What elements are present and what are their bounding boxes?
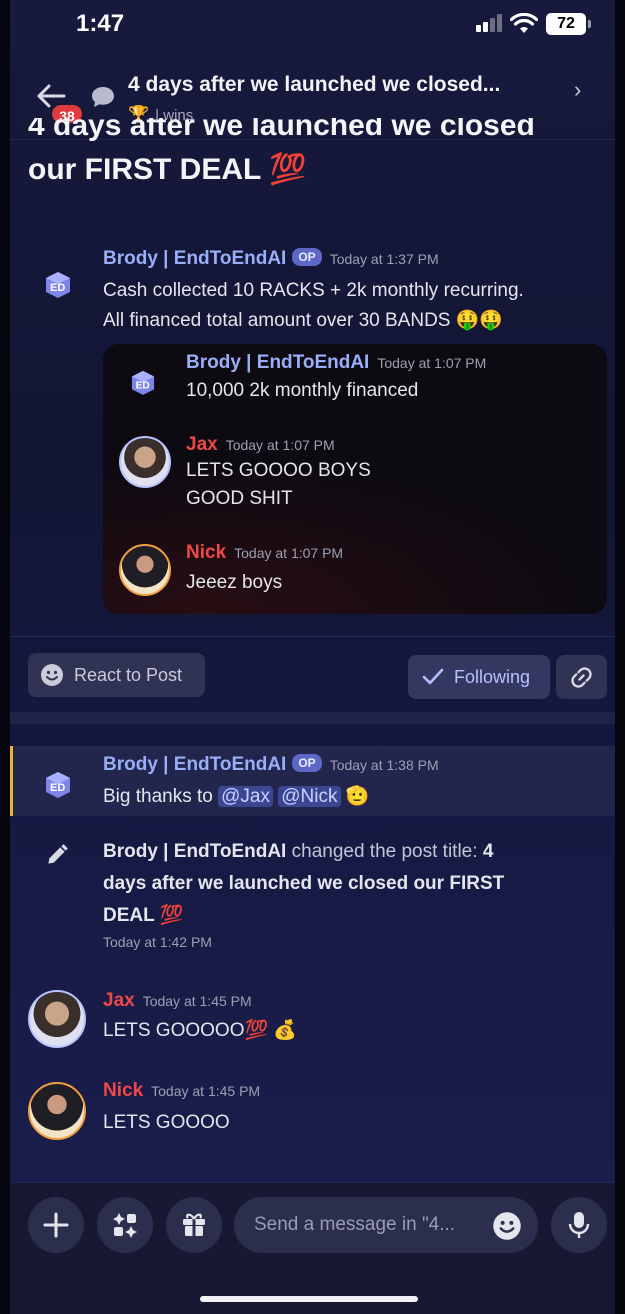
divider [10, 636, 615, 637]
new-title: DEAL 💯 [103, 905, 184, 926]
endtoendai-logo-avatar: ED [131, 370, 155, 395]
following-label: Following [454, 667, 531, 687]
timestamp: Today at 1:42 PM [103, 934, 212, 950]
apps-button[interactable] [97, 1197, 153, 1253]
message-suffix: 🫡 [340, 786, 370, 807]
add-attachment-button[interactable] [28, 1197, 84, 1253]
gift-icon [183, 1213, 205, 1236]
timestamp: Today at 1:07 PM [225, 437, 335, 453]
react-to-post-button[interactable]: React to Post [28, 653, 205, 697]
quoted-message-text: LETS GOOOO BOYS GOOD SHIT [186, 457, 371, 513]
plus-icon [43, 1212, 69, 1238]
voice-message-button[interactable] [551, 1197, 607, 1253]
section-separator [10, 712, 615, 724]
status-bar: 1:47 72 [10, 0, 615, 50]
author-name: Jax [186, 434, 218, 455]
apps-icon [113, 1213, 137, 1238]
react-label: React to Post [74, 665, 183, 685]
post-title-line2: our FIRST DEAL 💯 [28, 153, 307, 186]
reply-message-nick: Nick Today at 1:45 PM LETS GOOOO [10, 1078, 615, 1142]
mention-nick[interactable]: @Nick [278, 786, 341, 807]
timestamp: Today at 1:07 PM [377, 355, 487, 371]
wifi-icon [510, 13, 538, 33]
home-indicator[interactable] [200, 1296, 418, 1302]
nick-avatar[interactable] [28, 1082, 86, 1140]
author-name[interactable]: Brody | EndToEndAI [103, 754, 286, 775]
op-message-text: Cash collected 10 RACKS + 2k monthly rec… [103, 276, 524, 336]
thread-title[interactable]: 4 days after we launched we closed... [128, 73, 568, 97]
jax-avatar [119, 436, 171, 488]
timestamp: Today at 1:45 PM [151, 1083, 261, 1099]
smiley-icon [41, 664, 63, 686]
timestamp: Today at 1:38 PM [329, 757, 439, 773]
op-badge: OP [292, 248, 322, 266]
reply-message-jax: Jax Today at 1:45 PM LETS GOOOOO💯 💰 [10, 986, 615, 1050]
microphone-icon [568, 1212, 590, 1238]
new-title: days after we launched we closed our FIR… [103, 873, 505, 894]
new-title: 4 [482, 841, 494, 862]
copy-link-button[interactable] [556, 655, 607, 699]
system-message-text: Brody | EndToEndAI changed the post titl… [103, 836, 573, 932]
author-name: Nick [186, 542, 227, 563]
app-screen: 1:47 72 38 4 days after we launched we c… [10, 0, 615, 1314]
pencil-icon [48, 844, 68, 864]
reply-meta: Jax Today at 1:45 PM [103, 990, 252, 1012]
message-line: LETS GOOOO BOYS [186, 460, 371, 481]
thanks-message-text: Big thanks to @Jax @Nick 🫡 [103, 782, 369, 812]
svg-text:ED: ED [50, 782, 65, 794]
message-composer: Send a message in "4... [10, 1182, 615, 1314]
message-prefix: Big thanks to [103, 786, 219, 807]
post-title: 4 days after we launched we closed our F… [28, 118, 608, 192]
system-message: Brody | EndToEndAI changed the post titl… [10, 836, 615, 956]
message-line: Cash collected 10 RACKS + 2k monthly rec… [103, 280, 524, 301]
quoted-message-text: Jeeez boys [186, 572, 283, 593]
thanks-message-meta: Brody | EndToEndAI OP Today at 1:38 PM [103, 754, 439, 776]
svg-text:ED: ED [50, 282, 65, 294]
svg-text:ED: ED [136, 380, 150, 391]
system-action: changed the post title: [286, 841, 483, 862]
author-name[interactable]: Jax [103, 990, 135, 1011]
link-icon [571, 667, 592, 688]
thread-icon [92, 87, 114, 107]
jax-avatar[interactable] [28, 990, 86, 1048]
emoji-icon[interactable] [492, 1211, 522, 1241]
post-title-line1: 4 days after we launched we closed [28, 118, 535, 142]
cellular-signal-icon [476, 14, 504, 32]
following-button[interactable]: Following [408, 655, 550, 699]
reply-meta: Nick Today at 1:45 PM [103, 1080, 260, 1102]
quoted-message-meta: Nick Today at 1:07 PM [186, 542, 343, 564]
message-line: All financed total amount over 30 BANDS … [103, 310, 504, 331]
timestamp: Today at 1:37 PM [329, 251, 439, 267]
endtoendai-logo-avatar[interactable]: ED [32, 258, 84, 310]
quoted-message-meta: Brody | EndToEndAI Today at 1:07 PM [186, 352, 486, 374]
quoted-messages-card[interactable]: ED Brody | EndToEndAI Today at 1:07 PM 10… [103, 344, 607, 614]
thanks-message: ED Brody | EndToEndAI OP Today at 1:38 PM … [10, 752, 615, 816]
author-name[interactable]: Brody | EndToEndAI [103, 841, 286, 862]
timestamp: Today at 1:45 PM [142, 993, 252, 1009]
op-badge: OP [292, 754, 322, 772]
status-time: 1:47 [76, 10, 125, 37]
quoted-message-text: 10,000 2k monthly financed [186, 380, 419, 401]
op-message: ED Brody | EndToEndAI OP Today at 1:37 PM … [10, 246, 615, 346]
author-name: Brody | EndToEndAI [186, 352, 370, 373]
gift-button[interactable] [166, 1197, 222, 1253]
battery-indicator: 72 [546, 13, 591, 35]
author-name[interactable]: Brody | EndToEndAI [103, 248, 286, 269]
op-message-meta: Brody | EndToEndAI OP Today at 1:37 PM [103, 248, 439, 270]
checkmark-icon [422, 668, 444, 685]
quoted-message-meta: Jax Today at 1:07 PM [186, 434, 335, 456]
author-name[interactable]: Nick [103, 1080, 143, 1101]
nick-avatar [119, 544, 171, 596]
timestamp: Today at 1:07 PM [234, 545, 344, 561]
reply-text: LETS GOOOO [103, 1112, 230, 1133]
endtoendai-logo-avatar[interactable]: ED [32, 758, 84, 810]
reply-text: LETS GOOOOO💯 💰 [103, 1020, 298, 1041]
message-line: GOOD SHIT [186, 488, 293, 509]
mention-jax[interactable]: @Jax [218, 786, 273, 807]
chevron-right-icon[interactable]: › [574, 77, 581, 103]
